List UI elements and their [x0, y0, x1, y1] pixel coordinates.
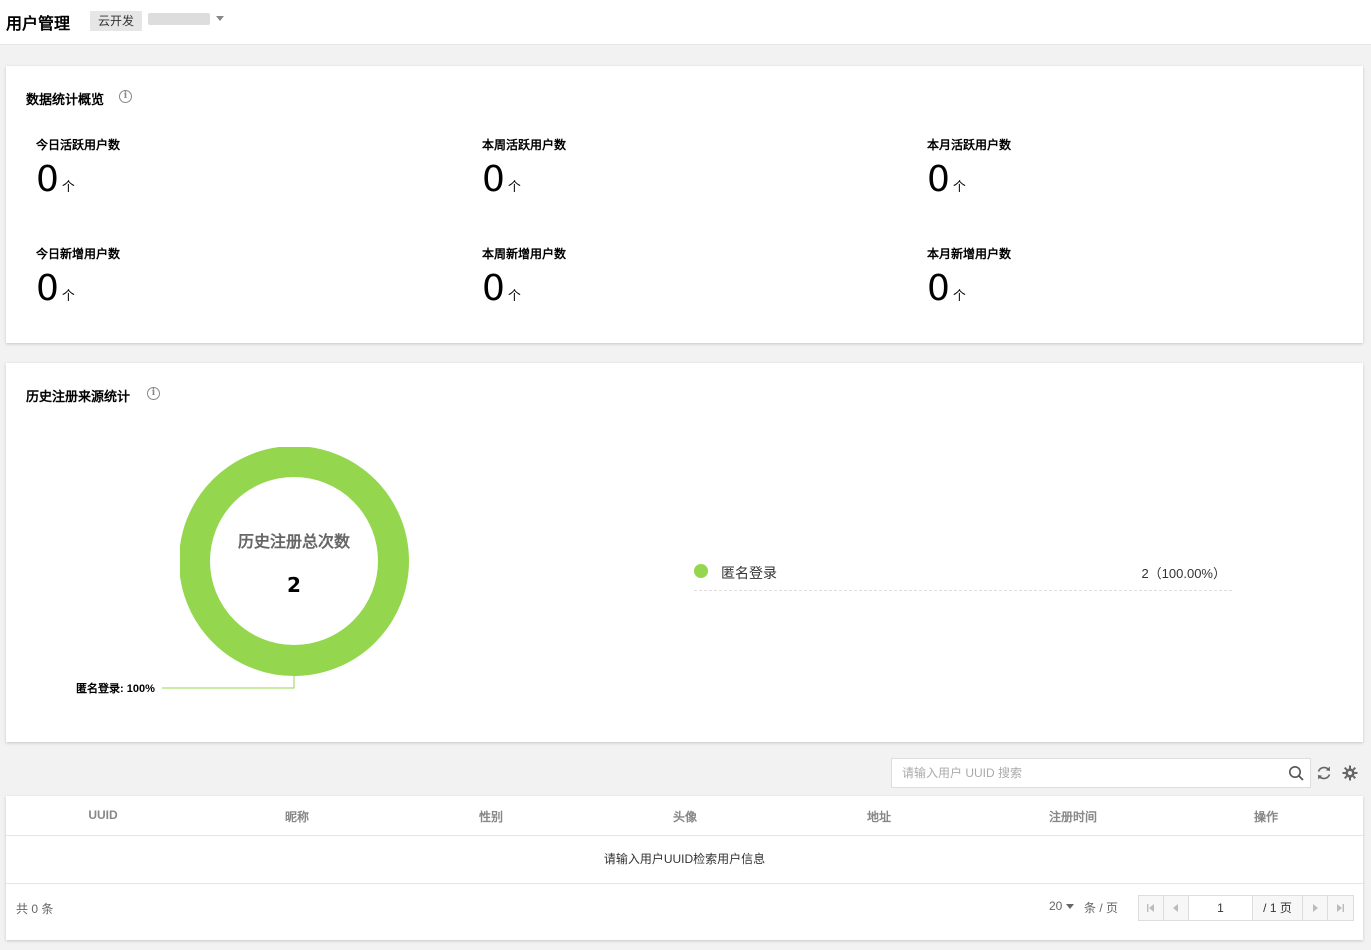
- gear-icon[interactable]: [1342, 765, 1358, 781]
- page-size-value: 20: [1049, 899, 1063, 913]
- stat-label: 本周新增用户数: [482, 247, 567, 261]
- donut-center-label: 历史注册总次数: [238, 532, 351, 551]
- prev-page-icon: [1173, 904, 1178, 912]
- column-header-gender: 性别: [478, 810, 503, 824]
- stat-value: 0: [927, 159, 950, 200]
- stat-month-active: 本月活跃用户数 0个: [927, 136, 1011, 200]
- stat-week-new: 本周新增用户数 0个: [482, 245, 566, 309]
- first-page-icon: [1147, 904, 1154, 912]
- env-dropdown-caret-icon[interactable]: [216, 16, 224, 21]
- legend-name: 匿名登录: [721, 565, 777, 581]
- top-bar: 用户管理 云开发: [0, 0, 1371, 45]
- stat-unit: 个: [952, 288, 966, 303]
- stat-label: 本月活跃用户数: [927, 138, 1012, 152]
- page-number-input[interactable]: [1189, 896, 1253, 920]
- stat-value: 0: [482, 159, 505, 200]
- last-page-button[interactable]: [1328, 896, 1353, 920]
- chevron-down-icon: [1066, 904, 1075, 909]
- per-page-label: 条 / 页: [1084, 901, 1119, 915]
- search-box: [891, 758, 1311, 788]
- stat-value: 0: [482, 268, 505, 309]
- total-count: 共 0 条: [16, 902, 54, 916]
- page-size-select[interactable]: 20: [1049, 899, 1080, 913]
- donut-center-value: 2: [287, 573, 301, 597]
- refresh-icon[interactable]: [1316, 765, 1332, 781]
- donut-callout: 匿名登录: 100%: [76, 676, 295, 695]
- pager: / 1 页: [1138, 895, 1354, 921]
- legend-dot: [694, 564, 708, 578]
- legend-item-anonymous[interactable]: 匿名登录 2（100.00%）: [694, 551, 1232, 591]
- column-header-actions: 操作: [1253, 810, 1278, 824]
- stat-value: 0: [36, 159, 59, 200]
- column-header-uuid: UUID: [88, 808, 118, 822]
- first-page-button[interactable]: [1139, 896, 1164, 920]
- total-pages: / 1 页: [1253, 896, 1303, 920]
- last-page-icon: [1337, 904, 1344, 912]
- column-header-register-time: 注册时间: [1048, 810, 1097, 824]
- search-icon[interactable]: [1288, 765, 1304, 781]
- stat-value: 0: [927, 268, 950, 309]
- stat-unit: 个: [952, 179, 966, 194]
- overview-card: 数据统计概览 i 今日活跃用户数 0个 本周活跃用户数 0个 本月活跃用户数 0…: [6, 66, 1363, 343]
- next-page-icon: [1313, 904, 1318, 912]
- column-header-address: 地址: [866, 810, 891, 824]
- stat-value: 0: [36, 268, 59, 309]
- stat-unit: 个: [61, 288, 75, 303]
- stat-unit: 个: [507, 288, 521, 303]
- search-input[interactable]: [892, 759, 1282, 787]
- prev-page-button[interactable]: [1164, 896, 1189, 920]
- table-header: UUID 昵称 性别 头像 地址 注册时间 操作: [6, 796, 1363, 836]
- stat-unit: 个: [507, 179, 521, 194]
- donut-callout-label: 匿名登录: 100%: [76, 681, 155, 695]
- source-info-icon[interactable]: i: [147, 387, 160, 400]
- page-title: 用户管理: [6, 16, 71, 33]
- stat-month-new: 本月新增用户数 0个: [927, 245, 1011, 309]
- source-title: 历史注册来源统计: [26, 389, 131, 404]
- stat-week-active: 本周活跃用户数 0个: [482, 136, 566, 200]
- overview-info-icon[interactable]: i: [119, 90, 132, 103]
- stat-today-new: 今日新增用户数 0个: [36, 245, 120, 309]
- table-empty-message: 请输入用户UUID检索用户信息: [6, 836, 1363, 884]
- stat-label: 本周活跃用户数: [482, 138, 567, 152]
- overview-title: 数据统计概览: [26, 92, 105, 107]
- column-header-nickname: 昵称: [284, 810, 309, 824]
- stat-label: 今日活跃用户数: [36, 138, 121, 152]
- user-table: UUID 昵称 性别 头像 地址 注册时间 操作 请输入用户UUID检索用户信息…: [6, 796, 1363, 940]
- stat-label: 今日新增用户数: [36, 247, 121, 261]
- next-page-button[interactable]: [1303, 896, 1328, 920]
- stat-today-active: 今日活跃用户数 0个: [36, 136, 120, 200]
- stat-unit: 个: [61, 179, 75, 194]
- legend-value: 2（100.00%）: [1141, 566, 1226, 581]
- source-card: 历史注册来源统计 i 历史注册总次数 2 匿名登录: 100% 匿名登录 2（1…: [6, 363, 1363, 742]
- env-tag[interactable]: 云开发: [90, 11, 143, 31]
- env-name-masked[interactable]: [148, 13, 210, 25]
- column-header-avatar: 头像: [672, 810, 697, 824]
- stat-label: 本月新增用户数: [927, 247, 1012, 261]
- donut-slice-0[interactable]: [180, 447, 409, 676]
